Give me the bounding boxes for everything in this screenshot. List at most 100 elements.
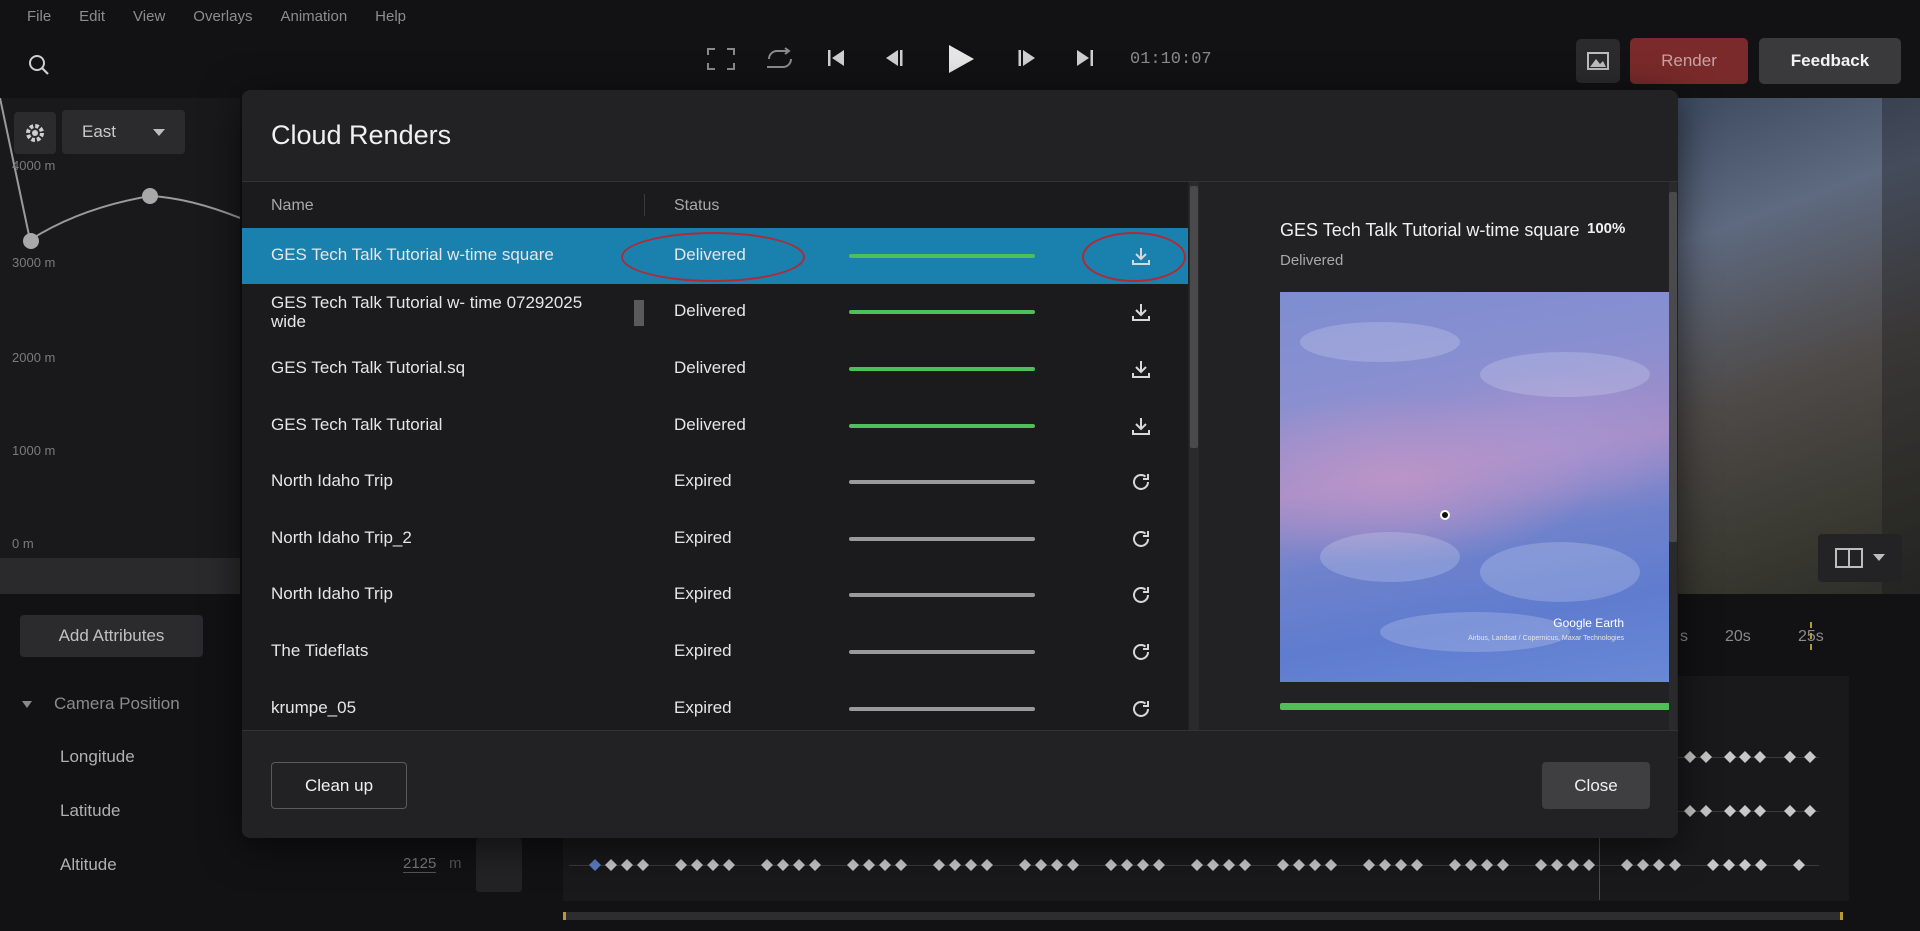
time-label: 20s [1725,628,1751,645]
attribute-altitude[interactable]: Altitude [60,855,117,875]
step-back-icon[interactable] [882,48,904,68]
image-icon [1587,52,1609,70]
feedback-button[interactable]: Feedback [1759,38,1901,84]
render-name: The Tideflats [271,641,369,660]
graph-settings-button[interactable] [14,112,56,154]
retry-icon[interactable] [1129,470,1153,494]
preview-scrollbar[interactable] [1669,182,1677,730]
menu-edit[interactable]: Edit [79,8,105,25]
retry-icon[interactable] [1129,697,1153,721]
scrollbar-thumb[interactable] [1190,186,1198,448]
table-scrollbar[interactable] [1189,182,1199,730]
table-row[interactable]: North Idaho Trip Expired [242,567,1188,623]
table-row[interactable]: North Idaho Trip_2 Expired [242,511,1188,567]
preview-thumbnail[interactable]: Google Earth Airbus, Landsat / Copernicu… [1280,292,1670,682]
preview-percent: 100% [1587,220,1626,237]
scrollbar-thumb[interactable] [1669,192,1677,542]
attribution: Airbus, Landsat / Copernicus, Maxar Tech… [1468,635,1624,642]
table-row[interactable]: GES Tech Talk Tutorial.sq Delivered [242,341,1188,397]
table-row[interactable]: krumpe_05 Expired [242,681,1188,737]
render-status: Expired [674,528,732,547]
render-progress-bar [849,424,1035,428]
fullscreen-icon[interactable] [706,47,736,71]
chevron-down-icon [153,129,165,136]
render-progress-bar [849,310,1035,314]
image-button[interactable] [1576,39,1620,83]
direction-dropdown[interactable]: East [62,110,185,154]
divider [242,730,1678,731]
clean-up-button[interactable]: Clean up [271,762,407,809]
y-label: 4000 m [12,158,56,173]
render-status: Delivered [674,301,746,320]
column-separator [644,194,645,216]
render-name: GES Tech Talk Tutorial [271,415,443,434]
skip-end-icon[interactable] [1075,48,1095,68]
column-header-status[interactable]: Status [674,197,719,215]
table-header: Name Status [242,182,1188,228]
viewport-overlay [1882,98,1920,594]
table-row[interactable]: North Idaho Trip Expired [242,454,1188,510]
column-header-name[interactable]: Name [271,197,314,215]
menu-animation[interactable]: Animation [280,8,347,25]
menu-overlays[interactable]: Overlays [193,8,252,25]
y-label: 3000 m [12,255,56,270]
gear-icon [26,124,44,142]
skip-start-icon[interactable] [826,48,846,68]
render-progress-bar [849,480,1035,484]
altitude-unit: m [449,855,462,872]
y-label: 1000 m [12,443,56,458]
loop-icon[interactable] [763,47,795,71]
retry-icon[interactable] [1129,640,1153,664]
y-label: 2000 m [12,350,56,365]
menu-file[interactable]: File [27,8,51,25]
graph-scrollbar[interactable] [0,558,240,594]
table-row[interactable]: The Tideflats Expired [242,624,1188,680]
timeline-scrubber[interactable] [563,912,1843,920]
keyframe-track[interactable] [569,865,1819,866]
add-attributes-button[interactable]: Add Attributes [20,615,203,657]
timecode: 01:10:07 [1130,50,1212,69]
menu-view[interactable]: View [133,8,165,25]
render-progress-bar [849,650,1035,654]
location-pin-icon [1440,510,1450,520]
chevron-down-icon [1873,554,1885,561]
menu-help[interactable]: Help [375,8,406,25]
render-progress-bar [849,254,1035,258]
table-row[interactable]: GES Tech Talk Tutorial Delivered [242,398,1188,454]
render-progress-bar [849,537,1035,541]
download-icon[interactable] [1129,300,1153,324]
name-cell-scrollbar[interactable] [634,300,644,326]
camera-position-group[interactable]: Camera Position [22,694,180,714]
altitude-value[interactable]: 2125 [403,855,437,873]
render-name: GES Tech Talk Tutorial.sq [271,358,466,377]
attribute-latitude[interactable]: Latitude [60,801,121,821]
render-name: GES Tech Talk Tutorial w-time square [271,245,554,264]
highlight-annotation [1082,232,1186,282]
preview-title: GES Tech Talk Tutorial w-time square [1280,220,1580,240]
table-row[interactable]: GES Tech Talk Tutorial w- time 07292025 … [242,284,1188,340]
step-forward-icon[interactable] [1017,48,1039,68]
split-view-icon [1835,548,1863,568]
download-icon[interactable] [1129,357,1153,381]
render-name: krumpe_05 [271,698,357,717]
search-icon[interactable] [28,54,50,81]
split-view-button[interactable] [1818,534,1902,582]
direction-value: East [82,122,117,141]
playhead[interactable] [1599,830,1600,900]
altitude-keyframe-button[interactable] [476,838,522,892]
time-label: s [1680,628,1688,645]
preview-status: Delivered [1280,252,1344,269]
download-icon[interactable] [1129,414,1153,438]
watermark: Google Earth [1553,616,1624,630]
close-button[interactable]: Close [1542,762,1650,809]
retry-icon[interactable] [1129,583,1153,607]
attribute-longitude[interactable]: Longitude [60,747,135,767]
play-icon[interactable] [946,43,976,75]
render-name: GES Tech Talk Tutorial w- time 07292025 … [271,293,583,331]
render-status: Expired [674,471,732,490]
retry-icon[interactable] [1129,527,1153,551]
render-status: Delivered [674,358,746,377]
render-progress-bar [849,367,1035,371]
render-progress-bar [849,707,1035,711]
render-button[interactable]: Render [1630,38,1748,84]
